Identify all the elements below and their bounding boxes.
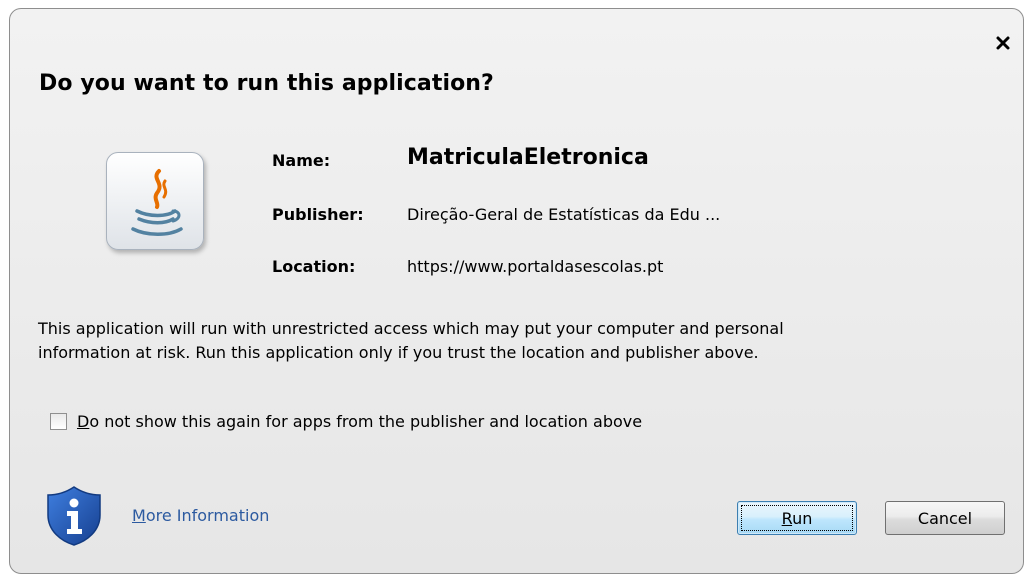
dialog-title: Do you want to run this application? bbox=[39, 71, 494, 96]
do-not-show-again-label[interactable]: Do not show this again for apps from the… bbox=[77, 412, 642, 431]
do-not-show-again-checkbox[interactable] bbox=[50, 413, 67, 430]
security-warning: This application will run with unrestric… bbox=[38, 317, 998, 365]
cancel-button[interactable]: Cancel bbox=[885, 501, 1005, 535]
publisher-label: Publisher: bbox=[272, 205, 364, 224]
security-dialog: Do you want to run this application? Nam… bbox=[9, 8, 1024, 574]
name-label: Name: bbox=[272, 151, 331, 170]
run-button[interactable]: Run bbox=[737, 501, 857, 535]
java-icon bbox=[106, 152, 204, 250]
close-icon[interactable] bbox=[993, 33, 1013, 53]
warning-line-1: This application will run with unrestric… bbox=[38, 319, 784, 338]
publisher-value: Direção-Geral de Estatísticas da Edu ... bbox=[407, 205, 721, 224]
warning-line-2: information at risk. Run this applicatio… bbox=[38, 343, 759, 362]
more-information-link[interactable]: More Information bbox=[132, 506, 269, 525]
security-info-shield-icon bbox=[45, 485, 103, 547]
location-value: https://www.portaldasescolas.pt bbox=[407, 257, 664, 276]
focus-ring bbox=[741, 505, 853, 531]
application-name: MatriculaEletronica bbox=[407, 145, 649, 170]
location-label: Location: bbox=[272, 257, 356, 276]
do-not-show-again-row[interactable]: Do not show this again for apps from the… bbox=[50, 412, 642, 431]
